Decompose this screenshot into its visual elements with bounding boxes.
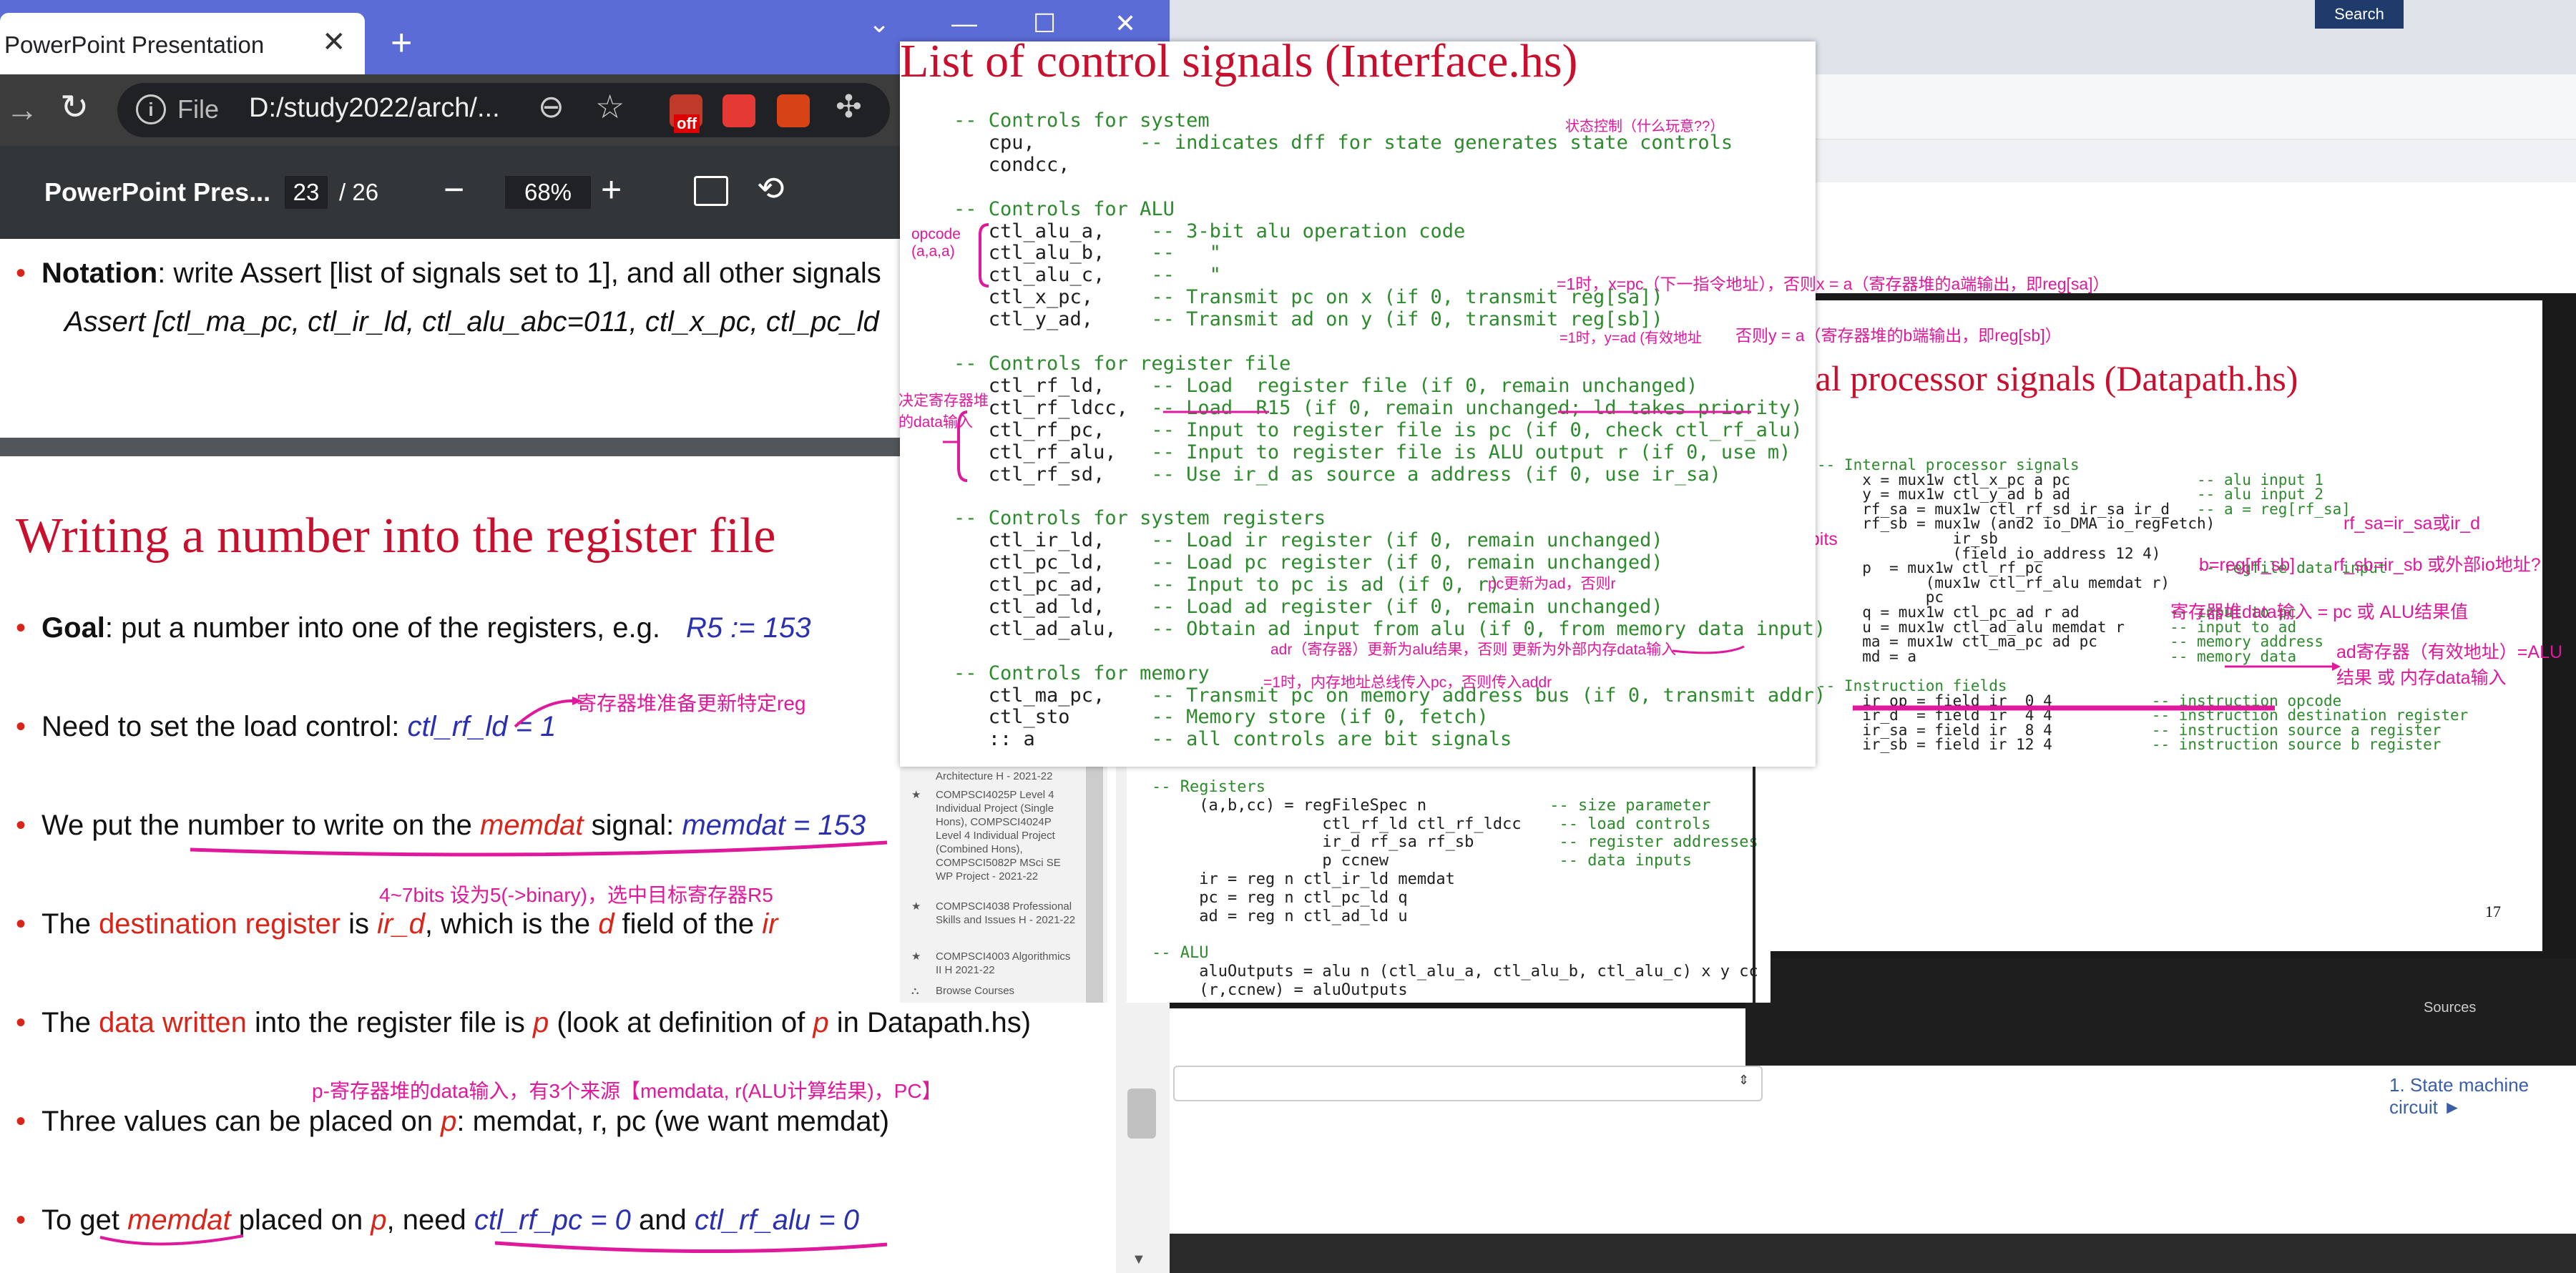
state-machine-link[interactable]: 1. State machine circuit ► (2389, 1074, 2576, 1119)
registers-code-line: -- ALU (1152, 944, 1209, 963)
page-total: / 26 (339, 179, 379, 205)
pdf-title: PowerPoint Pres... (44, 177, 271, 207)
rotate-icon[interactable]: ⟲ (757, 169, 785, 207)
registers-code-line (1152, 925, 1758, 944)
search-button[interactable]: Search (2315, 0, 2404, 29)
forward-icon[interactable]: → (6, 90, 39, 129)
datapath-code-line: -- Internal processor signals (1817, 456, 2080, 473)
zoom-icon[interactable]: ⊖ (538, 89, 564, 125)
registers-code-line: aluOutputs = alu n (ctl_alu_a, ctl_alu_b… (1152, 962, 1758, 980)
registers-code-line: -- Registers (1152, 778, 1265, 796)
sidebar-course-architecture[interactable]: Architecture H - 2021-22 (936, 770, 1052, 783)
notation-line: • Notation: write Assert [list of signals… (16, 257, 881, 289)
page-number-input[interactable]: 23 (285, 176, 328, 209)
browse-icon: ⛬ (911, 985, 919, 997)
datapath-code-line: ir_sa = field ir 8 4 -- instruction sour… (1817, 721, 2442, 739)
new-tab-button[interactable]: + (391, 21, 412, 64)
extension-off-label: off (674, 114, 700, 133)
sidebar-scrollbar[interactable] (1086, 767, 1103, 1003)
datapath-code-line: (mux1w ctl_rf_alu memdat r) (1817, 574, 2170, 591)
chevron-updown-icon: ⇕ (1738, 1073, 1750, 1087)
registers-code-line: (r,ccnew) = aluOutputs (1152, 980, 1408, 999)
sources-tab[interactable]: Sources (2424, 1000, 2476, 1016)
goal-text: : put a number into one of the registers… (104, 612, 660, 644)
overlay-pink-annotations (943, 223, 1751, 654)
url-text[interactable]: D:/study2022/arch/... (249, 93, 500, 124)
datapath-code-line: ir_sb = field ir 12 4 -- instruction sou… (1817, 736, 2442, 754)
registers-code-line: pc = reg n ctl_pc_ld q (1152, 888, 1408, 907)
datapath-slide-title: rnal processor signals (Datapath.hs) (1786, 358, 2298, 398)
registers-code: -- Registers (a,b,cc) = regFileSpec n --… (1152, 778, 1758, 1000)
registers-code-line: ad = reg n ctl_ad_ld u (1152, 907, 1408, 925)
goal-line: • Goal: put a number into one of the regi… (16, 612, 811, 644)
registers-code-line: (a,b,cc) = regFileSpec n -- size paramet… (1152, 796, 1711, 815)
extension-icon[interactable] (777, 94, 810, 127)
star-icon: ★ (911, 950, 921, 963)
bottom-footer (1170, 1234, 2576, 1273)
assert-line: Assert [ctl_ma_pc, ctl_ir_ld, ctl_alu_ab… (64, 306, 879, 338)
dropdown-select[interactable] (1173, 1066, 1763, 1101)
slide-number: 17 (2485, 903, 2501, 920)
datapath-pink-annotations (1853, 662, 2341, 711)
registers-code-line: ir_d rf_sa rf_sb -- register addresses (1152, 833, 1758, 852)
datapath-code-line: x = mux1w ctl_x_pc a pc -- alu input 1 (1817, 471, 2324, 488)
goal-bold: Goal (41, 612, 105, 644)
reload-icon[interactable]: ↻ (60, 87, 89, 127)
note-ad-register: ad寄存器（有效地址）=ALU 结果 或 内存data输入 (2336, 642, 2563, 688)
registers-code-line: ctl_rf_ld ctl_rf_ldcc -- load controls (1152, 815, 1711, 833)
datapath-code-line: y = mux1w ctl_y_ad b ad -- alu input 2 (1817, 486, 2324, 503)
goal-example: R5 := 153 (685, 612, 811, 644)
extension-play-icon[interactable] (723, 94, 755, 127)
panel-divider (1753, 767, 1755, 1003)
extensions-puzzle-icon[interactable]: ✣ (836, 89, 862, 125)
info-icon[interactable]: i (136, 94, 166, 124)
notation-text: : write Assert [list of signals set to 1… (157, 257, 881, 289)
scrollbar-thumb[interactable] (1127, 1088, 1156, 1139)
tab-title[interactable]: PowerPoint Presentation (4, 31, 264, 59)
address-bar[interactable] (117, 83, 890, 137)
registers-code-line: p ccnew -- data inputs (1152, 852, 1692, 870)
sidebar-browse-courses[interactable]: Browse Courses (936, 984, 1014, 998)
bookmark-star-icon[interactable]: ☆ (595, 87, 625, 126)
course-sidebar: Architecture H - 2021-22 ★ COMPSCI4025P … (900, 767, 1107, 1003)
zoom-level-input[interactable]: 68% (505, 176, 591, 209)
registers-code-line: ir = reg n ctl_ir_ld memdat (1152, 870, 1455, 888)
zoom-in-button[interactable]: + (601, 169, 622, 210)
search-label: Search (2334, 5, 2384, 23)
note-rf-sa: rf_sa=ir_sa或ir_d (2344, 513, 2481, 534)
tab-search-icon[interactable]: ⌄ (868, 9, 890, 39)
notation-bold: Notation (41, 257, 158, 289)
note-rf-sb: rf_sb=ir_sb 或外部io地址? (2333, 555, 2541, 575)
tab-close-icon[interactable]: ✕ (322, 26, 346, 59)
sidebar-course-algorithmics[interactable]: COMPSCI4003 Algorithmics II H 2021-22 (936, 950, 1079, 977)
url-scheme: File (177, 94, 220, 124)
slide-heading: Writing a number into the register file (16, 508, 776, 564)
sidebar-course-skills[interactable]: COMPSCI4038 Professional Skills and Issu… (936, 900, 1079, 927)
note-rf-sb-eq: b=reg[rf_sb] (2199, 555, 2296, 575)
star-icon: ★ (911, 789, 921, 801)
fit-page-icon[interactable] (694, 176, 728, 206)
sidebar-course-project[interactable]: COMPSCI4025P Level 4 Individual Project … (936, 788, 1079, 883)
star-icon: ★ (911, 900, 921, 913)
scroll-down-icon[interactable]: ▼ (1132, 1252, 1146, 1268)
zoom-out-button[interactable]: − (444, 169, 464, 210)
